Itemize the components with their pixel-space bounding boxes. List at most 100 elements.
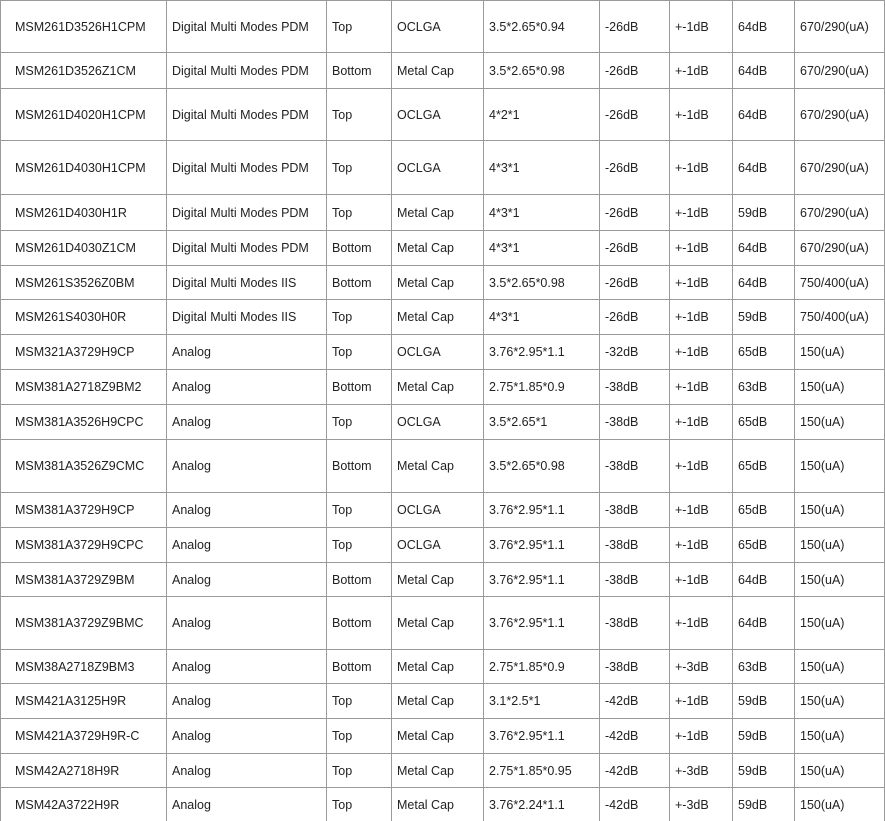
snr-cell: 65dB — [732, 492, 795, 528]
size-cell: 4*3*1 — [483, 140, 600, 195]
current-cell: 150(uA) — [794, 718, 885, 754]
snr-cell: 63dB — [732, 369, 795, 405]
current-cell: 150(uA) — [794, 753, 885, 788]
table-row: MSM261D4030H1R Digital Multi Modes PDM T… — [0, 194, 885, 231]
package-cell: Metal Cap — [391, 194, 484, 231]
snr-cell: 59dB — [732, 194, 795, 231]
port-cell: Bottom — [326, 596, 392, 650]
package-cell: OCLGA — [391, 140, 484, 195]
current-cell: 150(uA) — [794, 649, 885, 684]
package-cell: Metal Cap — [391, 369, 484, 405]
package-cell: Metal Cap — [391, 562, 484, 597]
current-cell: 750/400(uA) — [794, 299, 885, 335]
package-cell: Metal Cap — [391, 787, 484, 821]
table-row: MSM261D3526Z1CM Digital Multi Modes PDM … — [0, 52, 885, 89]
sensitivity-cell: -26dB — [599, 140, 670, 195]
part-number-cell: MSM421A3125H9R — [0, 683, 167, 719]
port-cell: Top — [326, 404, 392, 440]
tolerance-cell: +-3dB — [669, 787, 733, 821]
port-cell: Top — [326, 334, 392, 370]
part-number-cell: MSM321A3729H9CP — [0, 334, 167, 370]
port-cell: Top — [326, 527, 392, 563]
tolerance-cell: +-3dB — [669, 753, 733, 788]
part-number-cell: MSM261S3526Z0BM — [0, 265, 167, 300]
size-cell: 3.76*2.95*1.1 — [483, 492, 600, 528]
sensitivity-cell: -38dB — [599, 404, 670, 440]
sensitivity-cell: -26dB — [599, 230, 670, 266]
port-cell: Top — [326, 492, 392, 528]
size-cell: 4*3*1 — [483, 194, 600, 231]
sensitivity-cell: -26dB — [599, 194, 670, 231]
tolerance-cell: +-1dB — [669, 596, 733, 650]
size-cell: 3.76*2.24*1.1 — [483, 787, 600, 821]
tolerance-cell: +-1dB — [669, 230, 733, 266]
port-cell: Top — [326, 88, 392, 141]
port-cell: Top — [326, 683, 392, 719]
size-cell: 3.5*2.65*0.98 — [483, 439, 600, 493]
package-cell: OCLGA — [391, 88, 484, 141]
sensitivity-cell: -38dB — [599, 439, 670, 493]
sensitivity-cell: -38dB — [599, 596, 670, 650]
type-cell: Analog — [166, 753, 327, 788]
sensitivity-cell: -42dB — [599, 718, 670, 754]
type-cell: Analog — [166, 527, 327, 563]
current-cell: 150(uA) — [794, 492, 885, 528]
current-cell: 670/290(uA) — [794, 194, 885, 231]
type-cell: Analog — [166, 649, 327, 684]
part-number-cell: MSM42A2718H9R — [0, 753, 167, 788]
snr-cell: 59dB — [732, 718, 795, 754]
tolerance-cell: +-1dB — [669, 334, 733, 370]
port-cell: Top — [326, 787, 392, 821]
snr-cell: 64dB — [732, 140, 795, 195]
current-cell: 750/400(uA) — [794, 265, 885, 300]
sensitivity-cell: -26dB — [599, 52, 670, 89]
snr-cell: 64dB — [732, 0, 795, 53]
part-number-cell: MSM38A2718Z9BM3 — [0, 649, 167, 684]
current-cell: 150(uA) — [794, 439, 885, 493]
package-cell: Metal Cap — [391, 230, 484, 266]
tolerance-cell: +-1dB — [669, 718, 733, 754]
snr-cell: 59dB — [732, 787, 795, 821]
current-cell: 150(uA) — [794, 562, 885, 597]
package-cell: Metal Cap — [391, 649, 484, 684]
part-number-cell: MSM261D4020H1CPM — [0, 88, 167, 141]
part-number-cell: MSM381A3729H9CP — [0, 492, 167, 528]
snr-cell: 64dB — [732, 230, 795, 266]
tolerance-cell: +-1dB — [669, 404, 733, 440]
table-row: MSM261S4030H0R Digital Multi Modes IIS T… — [0, 299, 885, 335]
tolerance-cell: +-1dB — [669, 299, 733, 335]
port-cell: Bottom — [326, 649, 392, 684]
part-number-cell: MSM381A3526H9CPC — [0, 404, 167, 440]
part-number-cell: MSM381A3729H9CPC — [0, 527, 167, 563]
port-cell: Bottom — [326, 230, 392, 266]
package-cell: OCLGA — [391, 527, 484, 563]
current-cell: 150(uA) — [794, 404, 885, 440]
type-cell: Digital Multi Modes PDM — [166, 140, 327, 195]
package-cell: OCLGA — [391, 492, 484, 528]
snr-cell: 64dB — [732, 88, 795, 141]
type-cell: Analog — [166, 369, 327, 405]
sensitivity-cell: -38dB — [599, 562, 670, 597]
sensitivity-cell: -26dB — [599, 88, 670, 141]
snr-cell: 64dB — [732, 596, 795, 650]
part-number-cell: MSM261D4030H1R — [0, 194, 167, 231]
snr-cell: 64dB — [732, 265, 795, 300]
snr-cell: 65dB — [732, 334, 795, 370]
type-cell: Analog — [166, 596, 327, 650]
microphone-spec-table: MSM261D3526H1CPM Digital Multi Modes PDM… — [0, 0, 885, 821]
port-cell: Bottom — [326, 439, 392, 493]
package-cell: Metal Cap — [391, 718, 484, 754]
current-cell: 150(uA) — [794, 596, 885, 650]
current-cell: 670/290(uA) — [794, 52, 885, 89]
package-cell: Metal Cap — [391, 439, 484, 493]
snr-cell: 59dB — [732, 299, 795, 335]
type-cell: Analog — [166, 334, 327, 370]
package-cell: Metal Cap — [391, 753, 484, 788]
size-cell: 3.5*2.65*1 — [483, 404, 600, 440]
snr-cell: 59dB — [732, 683, 795, 719]
table-row: MSM42A3722H9R Analog Top Metal Cap 3.76*… — [0, 787, 885, 821]
part-number-cell: MSM261D4030Z1CM — [0, 230, 167, 266]
table-row: MSM42A2718H9R Analog Top Metal Cap 2.75*… — [0, 753, 885, 788]
part-number-cell: MSM381A3729Z9BM — [0, 562, 167, 597]
package-cell: Metal Cap — [391, 265, 484, 300]
